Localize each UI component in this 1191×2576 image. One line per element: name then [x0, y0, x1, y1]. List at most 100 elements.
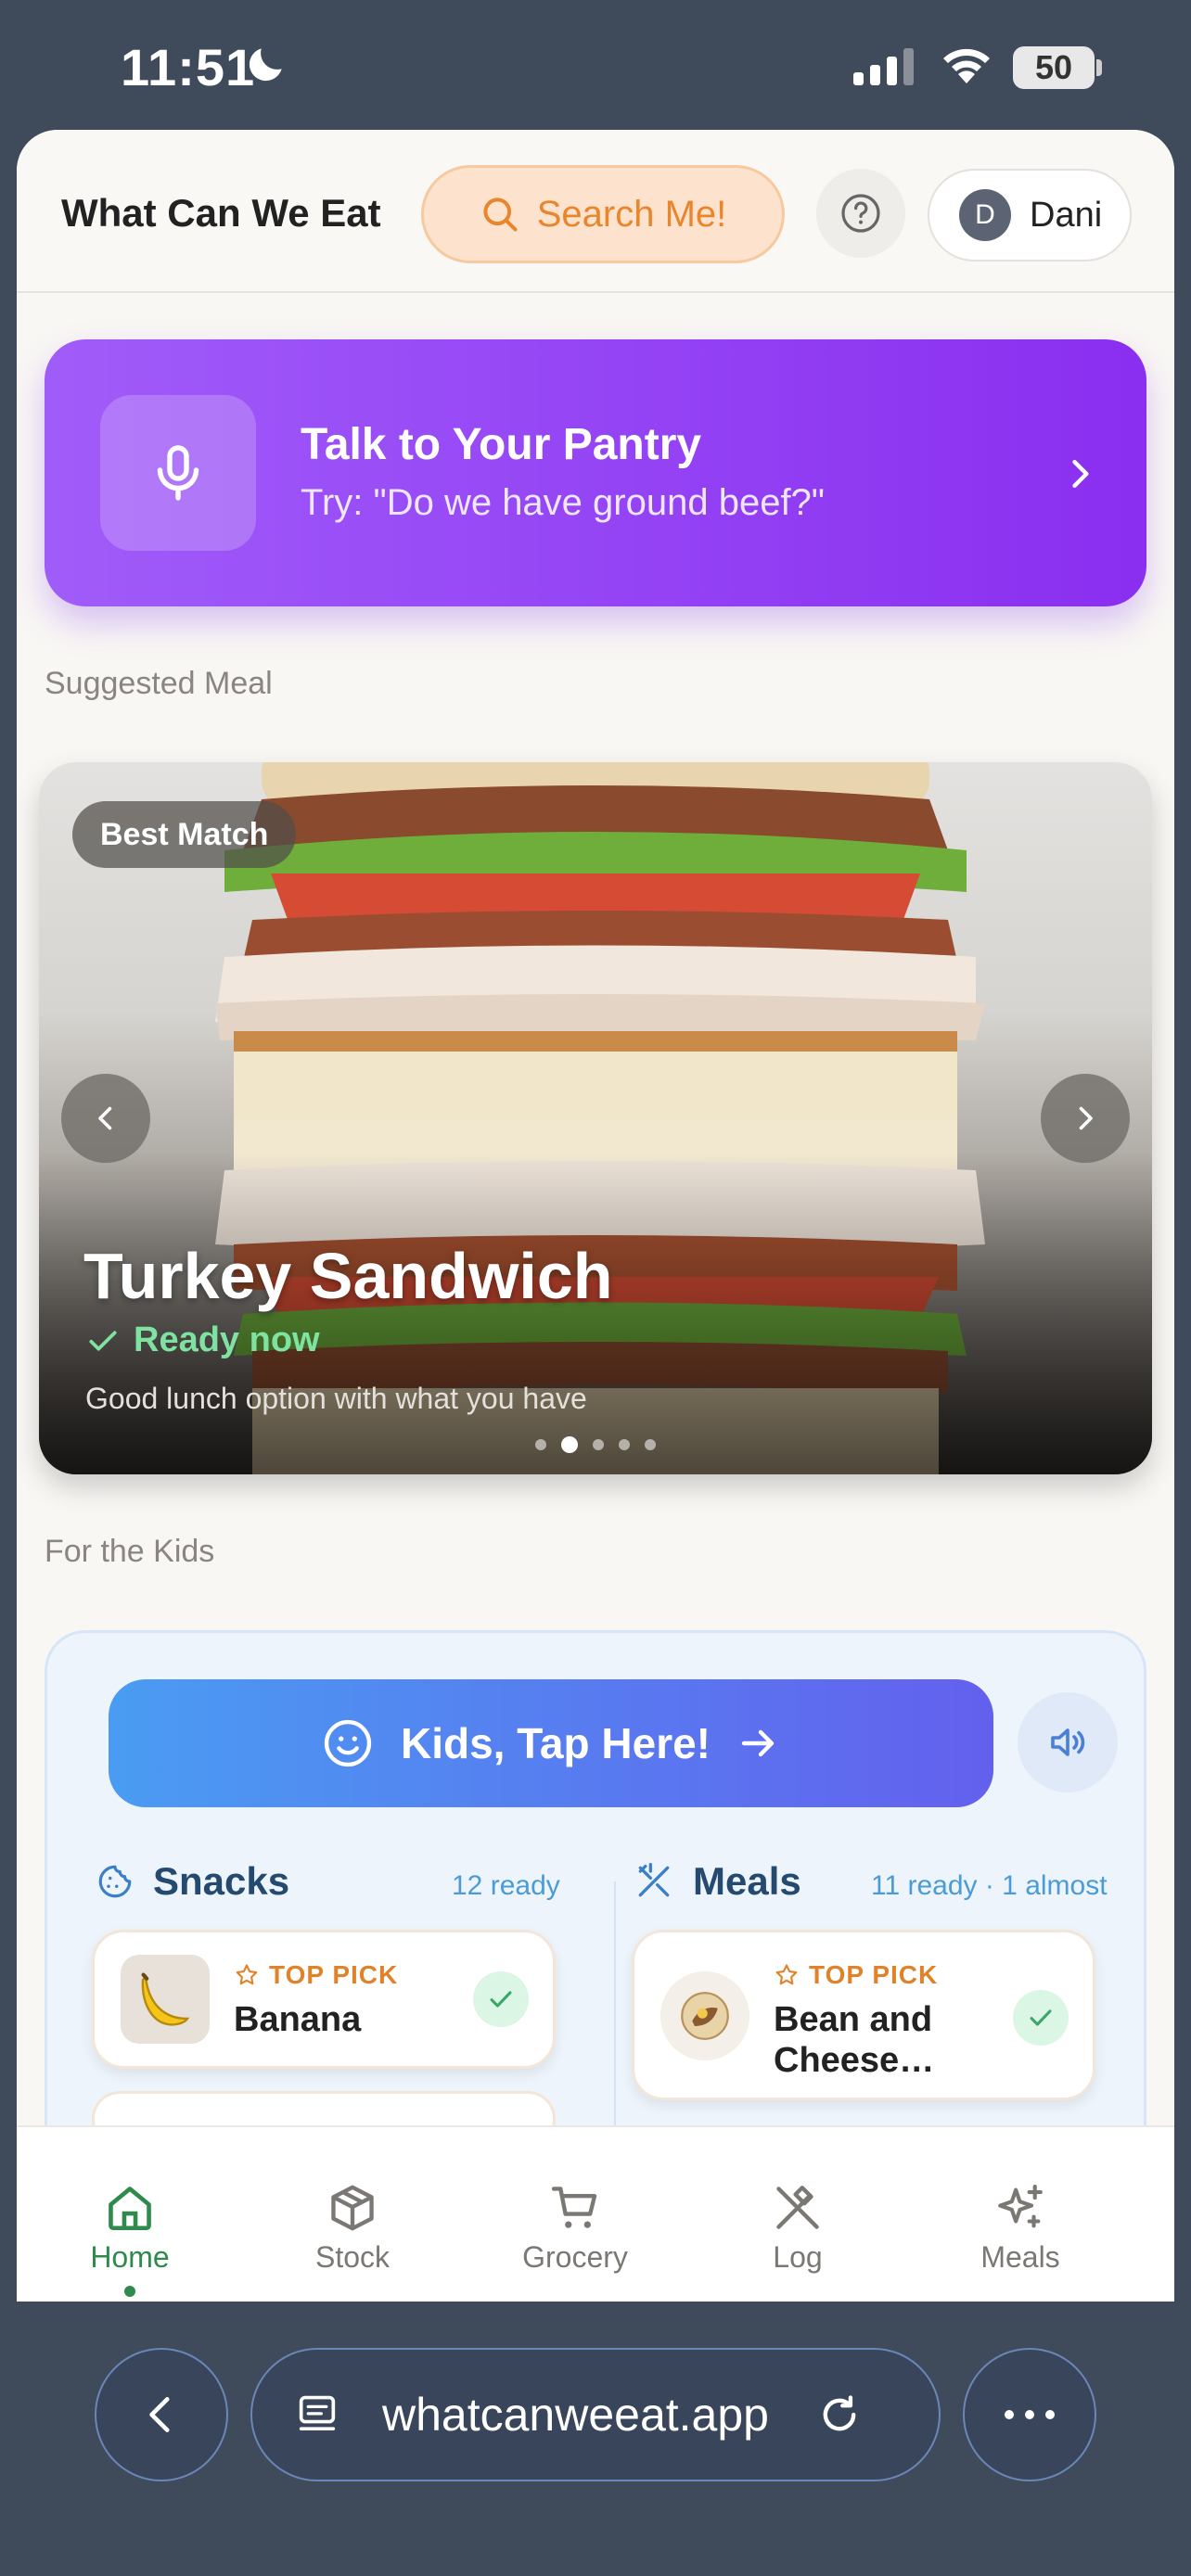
chevron-right-icon: [1079, 1106, 1093, 1130]
tab-label: Grocery: [522, 2240, 628, 2274]
top-pick-tag: TOP PICK: [234, 1960, 398, 1990]
app-screen: What Can We Eat Search Me! D Dani Talk t…: [17, 130, 1174, 2302]
box-icon: [331, 2185, 374, 2231]
carousel-dot[interactable]: [535, 1439, 546, 1450]
battery-indicator: 50: [1013, 46, 1102, 89]
speaker-icon: [1051, 1728, 1085, 1756]
ready-check: [473, 1971, 529, 2027]
kid-meals-count: 11 ready · 1 almost: [871, 1870, 1108, 1901]
more-icon: [1005, 2410, 1055, 2419]
help-button[interactable]: [816, 169, 905, 258]
snack-name: Banana: [234, 2000, 362, 2039]
top-pick-label: TOP PICK: [269, 1960, 399, 1989]
snacks-heading: Snacks: [96, 1859, 289, 1904]
banana-icon: [141, 1972, 190, 2026]
chevron-left-icon: [149, 2397, 170, 2432]
bottom-tab-bar: Home Stock Grocery Log Meals: [17, 2125, 1174, 2302]
browser-back-button[interactable]: [95, 2348, 228, 2481]
status-bar: 11:51 50: [0, 0, 1191, 130]
user-menu-button[interactable]: D Dani: [928, 169, 1132, 261]
kid-meal-card[interactable]: TOP PICK Bean and Cheese…: [632, 1930, 1095, 2100]
address-bar[interactable]: whatcanweeat.app: [250, 2348, 941, 2481]
tab-label: Stock: [314, 2240, 391, 2274]
reload-icon[interactable]: [815, 2391, 864, 2439]
app-title: What Can We Eat: [61, 191, 381, 235]
meal-status-label: Ready now: [134, 1320, 320, 1359]
carousel-dot[interactable]: [645, 1439, 656, 1450]
speaker-button[interactable]: [1018, 1692, 1118, 1792]
page-icon: [299, 2395, 336, 2431]
tab-grocery[interactable]: Grocery: [464, 2127, 686, 2302]
pantry-subtitle: Try: "Do we have ground beef?": [301, 482, 825, 523]
carousel-dot[interactable]: [593, 1439, 604, 1450]
tab-label: Meals: [980, 2240, 1060, 2274]
kid-meal-name: Bean and Cheese…: [774, 2000, 935, 2080]
suggested-meal-card[interactable]: Best Match Turkey Sandwich Ready now Goo…: [39, 762, 1152, 1474]
check-icon: [1030, 2009, 1052, 2026]
carousel-dot[interactable]: [619, 1439, 630, 1450]
meal-status: Ready now: [85, 1320, 320, 1360]
column-divider: [614, 1881, 616, 2160]
check-icon: [490, 1991, 512, 2008]
tab-log[interactable]: Log: [686, 2127, 909, 2302]
microphone-button[interactable]: [100, 395, 256, 551]
search-button[interactable]: Search Me!: [421, 165, 785, 263]
carousel-dots: [39, 1436, 1152, 1453]
star-icon: [775, 1964, 798, 1985]
user-name: Dani: [1030, 195, 1103, 235]
utensils-icon: [638, 1863, 670, 1897]
for-the-kids-heading: For the Kids: [45, 1534, 215, 1569]
moon-icon: [249, 48, 282, 82]
utensils-icon: [776, 2186, 819, 2229]
tab-stock[interactable]: Stock: [241, 2127, 464, 2302]
microphone-icon: [157, 445, 199, 501]
talk-to-pantry-banner[interactable]: Talk to Your Pantry Try: "Do we have gro…: [45, 339, 1146, 606]
ready-check: [1013, 1990, 1069, 2046]
status-time: 11:51: [121, 38, 256, 96]
tab-label: Log: [773, 2240, 823, 2274]
top-pick-tag: TOP PICK: [774, 1960, 938, 1990]
carousel-prev-button[interactable]: [61, 1074, 150, 1163]
kid-meals-heading: Meals: [634, 1859, 801, 1904]
snacks-count: 12 ready: [452, 1870, 560, 1901]
star-icon: [236, 1964, 258, 1985]
url-text: whatcanweeat.app: [382, 2389, 769, 2441]
browser-more-button[interactable]: [963, 2348, 1096, 2481]
snack-card[interactable]: TOP PICK Banana: [92, 1930, 556, 2069]
wifi-icon: [943, 48, 990, 83]
search-icon: [483, 198, 518, 232]
help-icon: [841, 194, 880, 233]
meal-name: Turkey Sandwich: [83, 1240, 613, 1312]
check-icon: [89, 1330, 117, 1351]
banana-thumbnail: [121, 1955, 210, 2044]
chevron-left-icon: [98, 1106, 112, 1130]
pantry-title: Talk to Your Pantry: [301, 420, 702, 469]
app-header: What Can We Eat Search Me! D Dani: [17, 130, 1174, 293]
meal-description: Good lunch option with what you have: [85, 1382, 587, 1415]
browser-toolbar: whatcanweeat.app: [0, 2302, 1191, 2576]
tab-home[interactable]: Home: [19, 2127, 241, 2302]
best-match-badge: Best Match: [72, 801, 297, 868]
cookie-icon: [98, 1865, 132, 1898]
kid-meals-title: Meals: [693, 1859, 801, 1903]
smiley-icon: [324, 1719, 372, 1767]
arrow-right-icon: [741, 1729, 775, 1757]
tab-meals[interactable]: Meals: [909, 2127, 1132, 2302]
carousel-dot[interactable]: [561, 1436, 578, 1453]
signal-icon: [853, 48, 914, 85]
cart-icon: [551, 2187, 597, 2228]
kids-tap-label: Kids, Tap Here!: [401, 1719, 711, 1767]
snacks-title: Snacks: [153, 1859, 290, 1903]
kids-tap-button[interactable]: Kids, Tap Here!: [109, 1679, 993, 1807]
sparkles-icon: [998, 2184, 1043, 2228]
carousel-next-button[interactable]: [1041, 1074, 1130, 1163]
chevron-right-icon: [1072, 459, 1089, 489]
tab-label: Home: [90, 2240, 170, 2274]
home-icon: [109, 2187, 151, 2231]
active-tab-indicator: [124, 2286, 135, 2297]
search-label: Search Me!: [536, 193, 727, 235]
top-pick-label: TOP PICK: [809, 1960, 939, 1989]
meal-photo: [39, 762, 1152, 1474]
sandwich-illustration: [39, 762, 1152, 1474]
suggested-meal-heading: Suggested Meal: [45, 666, 273, 701]
